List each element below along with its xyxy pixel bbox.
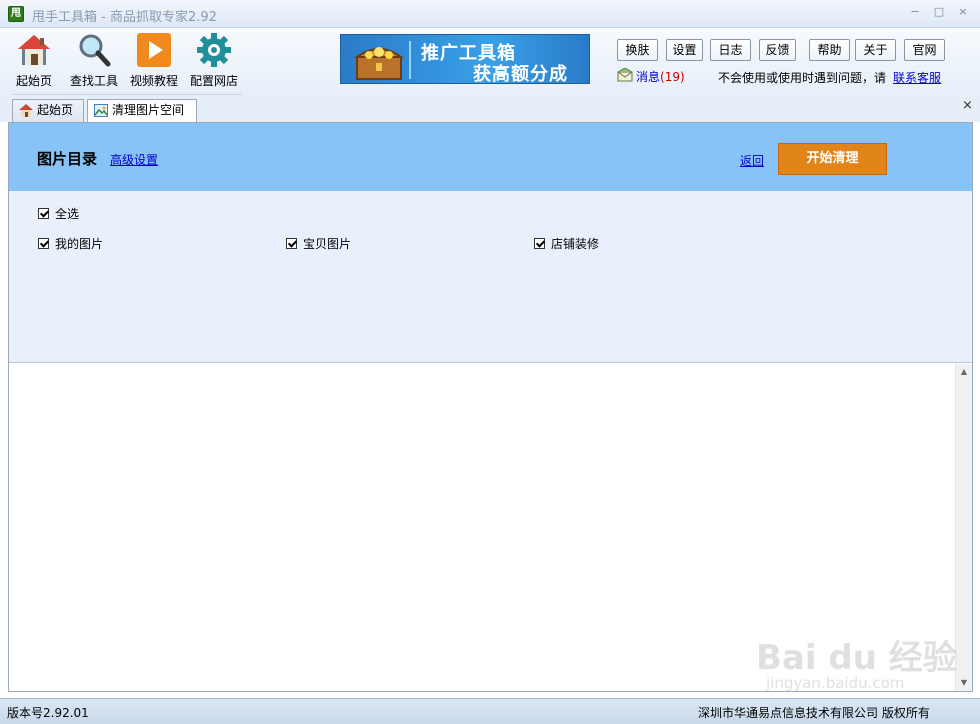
directory-options: 全选 我的图片 宝贝图片 店铺装修 (9, 191, 972, 363)
tab-strip: 起始页 清理图片空间 (0, 96, 980, 123)
checkbox-checked-icon (534, 238, 545, 249)
tab-home[interactable]: 起始页 (12, 99, 84, 122)
about-button[interactable]: 关于 (855, 39, 896, 61)
store-decoration-checkbox[interactable]: 店铺装修 (534, 235, 599, 252)
messages-link[interactable]: 消息(19) (636, 68, 685, 85)
home-tool-button[interactable]: 起始页 (7, 32, 61, 89)
start-cleaning-button[interactable]: 开始清理 (778, 143, 887, 175)
checkbox-checked-icon (38, 238, 49, 249)
copyright-text: 深圳市华通易点信息技术有限公司 版权所有 (698, 706, 930, 720)
feedback-button[interactable]: 反馈 (759, 39, 796, 61)
toolbar-divider (12, 94, 242, 95)
image-directory-title: 图片目录 (37, 150, 98, 168)
gear-icon (197, 33, 231, 67)
find-tools-label: 查找工具 (69, 74, 118, 88)
log-button[interactable]: 日志 (710, 39, 751, 61)
find-tools-button[interactable]: 查找工具 (67, 32, 121, 89)
home-icon (18, 35, 50, 65)
maximize-button[interactable]: □ (930, 4, 948, 20)
treasure-chest-icon (353, 47, 405, 80)
advanced-settings-link[interactable]: 高级设置 (110, 151, 158, 168)
select-all-label: 全选 (55, 207, 80, 221)
title-bar: 甩 甩手工具箱 - 商品抓取专家2.92 − □ × (0, 0, 980, 28)
status-bar: 版本号2.92.01 深圳市华通易点信息技术有限公司 版权所有 (0, 698, 980, 724)
checkbox-checked-icon (286, 238, 297, 249)
configure-store-label: 配置网店 (189, 74, 238, 88)
my-images-checkbox[interactable]: 我的图片 (38, 235, 103, 252)
help-hint-text: 不会使用或使用时遇到问题，请 (718, 71, 887, 85)
watermark-text: Bai du 经验 (756, 638, 957, 678)
tab-clean-label: 清理图片空间 (112, 103, 185, 117)
select-all-checkbox[interactable]: 全选 (38, 205, 79, 222)
configure-store-button[interactable]: 配置网店 (187, 32, 241, 89)
watermark-url: jingyan.baidu.com (766, 674, 905, 692)
picture-icon (94, 104, 108, 117)
skin-button[interactable]: 换肤 (617, 39, 658, 61)
checkbox-checked-icon (38, 208, 49, 219)
tab-home-label: 起始页 (37, 103, 74, 117)
home-tool-label: 起始页 (15, 74, 52, 88)
store-decoration-label: 店铺装修 (551, 237, 600, 251)
scroll-down-arrow-icon[interactable]: ▼ (956, 675, 972, 691)
item-images-checkbox[interactable]: 宝贝图片 (286, 235, 351, 252)
home-icon (19, 104, 33, 117)
tab-clean-image-space[interactable]: 清理图片空间 (87, 99, 197, 123)
vertical-scrollbar[interactable]: ▲ ▼ (955, 364, 972, 691)
app-logo-icon: 甩 (8, 6, 24, 22)
tab-close-icon[interactable]: × (962, 98, 973, 113)
baidu-jingyan-watermark: Bai du 经验 jingyan.baidu.com (756, 614, 957, 694)
panel-header: 图片目录 高级设置 返回 开始清理 (9, 123, 972, 191)
item-images-label: 宝贝图片 (303, 237, 352, 251)
messages-label: 消息 (636, 70, 661, 84)
main-toolbar: 起始页 查找工具 视频教程 配置网店 推广工具箱 获高额分成 换肤 设置 日志 … (0, 28, 980, 96)
close-button[interactable]: × (954, 4, 972, 20)
messages-count: (19) (660, 70, 685, 84)
scroll-up-arrow-icon[interactable]: ▲ (956, 364, 972, 380)
play-icon (137, 33, 171, 67)
website-button[interactable]: 官网 (904, 39, 945, 61)
promo-banner[interactable]: 推广工具箱 获高额分成 (340, 34, 590, 84)
settings-button[interactable]: 设置 (666, 39, 703, 61)
video-tutorial-label: 视频教程 (129, 74, 178, 88)
my-images-label: 我的图片 (55, 237, 104, 251)
banner-subline: 获高额分成 (473, 64, 568, 84)
message-envelope-icon (617, 68, 633, 82)
contact-support-link[interactable]: 联系客服 (893, 69, 941, 86)
window-title: 甩手工具箱 - 商品抓取专家2.92 (32, 10, 217, 25)
back-link[interactable]: 返回 (740, 152, 764, 169)
minimize-button[interactable]: − (906, 4, 924, 20)
banner-divider (409, 41, 411, 79)
magnifier-icon (79, 34, 111, 67)
version-text: 版本号2.92.01 (7, 706, 89, 720)
help-button[interactable]: 帮助 (809, 39, 850, 61)
video-tutorial-button[interactable]: 视频教程 (127, 32, 181, 89)
